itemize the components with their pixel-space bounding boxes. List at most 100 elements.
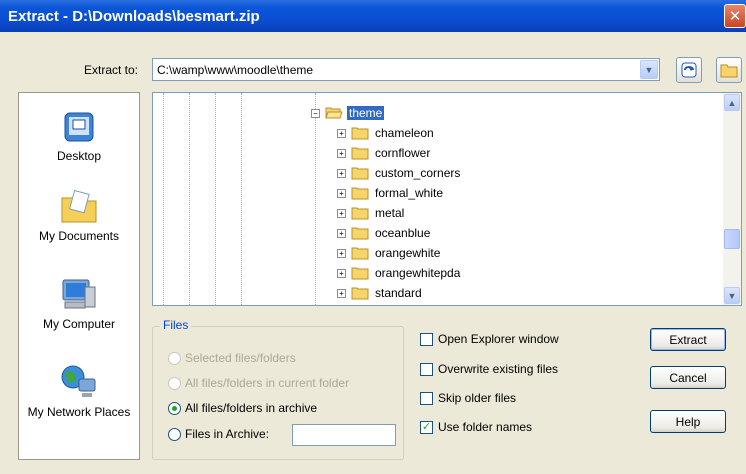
radio-label: All files/folders in current folder	[185, 376, 350, 390]
tree-node[interactable]: + cornflower	[337, 143, 432, 163]
place-my-documents[interactable]: My Documents	[19, 189, 139, 243]
place-my-computer[interactable]: My Computer	[19, 277, 139, 331]
place-network-places[interactable]: My Network Places	[19, 363, 139, 419]
checkbox-skip-older[interactable]: Skip older files	[420, 391, 516, 405]
expand-icon[interactable]: +	[337, 288, 346, 298]
close-icon: ✕	[728, 8, 742, 25]
tree-node[interactable]: + standard	[337, 283, 424, 303]
radio-label: Files in Archive:	[185, 427, 270, 441]
extract-to-combo[interactable]: C:\wamp\www\moodle\theme ▼	[152, 58, 660, 81]
expand-icon[interactable]: +	[337, 188, 346, 198]
extract-button[interactable]: Extract	[650, 328, 726, 351]
places-bar: Desktop My Documents My Computer My Netw…	[18, 92, 140, 460]
title-bar[interactable]: Extract - D:\Downloads\besmart.zip ✕	[0, 0, 746, 32]
checkbox-open-explorer[interactable]: Open Explorer window	[420, 332, 559, 346]
folder-tree[interactable]: − theme + chameleon + cornflower + custom_c…	[152, 92, 742, 306]
checkbox-icon[interactable]	[420, 332, 433, 346]
folder-icon	[351, 227, 369, 240]
tree-node-label: cornflower	[375, 146, 431, 160]
files-in-archive-input[interactable]	[292, 424, 396, 446]
place-label: My Computer	[42, 317, 116, 331]
radio-icon[interactable]	[168, 427, 181, 441]
tree-node-label: theme	[347, 106, 385, 120]
tree-node-theme[interactable]: − theme	[311, 103, 385, 123]
tree-guide	[241, 93, 242, 305]
folder-icon	[351, 267, 369, 280]
tree-node-label: metal	[375, 206, 405, 220]
tree-node[interactable]: + custom_corners	[337, 163, 462, 183]
folder-icon	[351, 207, 369, 220]
folder-icon	[720, 64, 738, 78]
place-desktop[interactable]: Desktop	[19, 109, 139, 163]
tree-node[interactable]: + formal_white	[337, 183, 445, 203]
tree-node[interactable]: + orangewhitepda	[337, 263, 462, 283]
radio-icon	[168, 376, 181, 390]
checkbox-overwrite[interactable]: Overwrite existing files	[420, 362, 558, 376]
expand-icon[interactable]: +	[337, 228, 346, 238]
place-label: My Network Places	[27, 405, 131, 419]
checkbox-label: Overwrite existing files	[438, 362, 559, 376]
place-label: Desktop	[56, 149, 102, 163]
radio-current-folder: All files/folders in current folder	[168, 376, 349, 390]
checkmark-icon[interactable]: ✓	[420, 420, 433, 434]
radio-all-in-archive[interactable]: All files/folders in archive	[168, 401, 317, 415]
help-button[interactable]: Help	[650, 410, 726, 433]
my-documents-icon	[61, 189, 97, 223]
tree-node-label: standard	[375, 286, 422, 300]
navigate-button[interactable]	[676, 57, 702, 83]
desktop-icon	[64, 112, 94, 142]
checkbox-icon[interactable]	[420, 362, 433, 376]
radio-files-in-archive[interactable]: Files in Archive:	[168, 427, 269, 441]
expand-icon[interactable]: +	[337, 128, 346, 138]
checkbox-icon[interactable]	[420, 391, 433, 405]
folder-icon	[351, 247, 369, 260]
tree-node-label: formal_white	[375, 186, 444, 200]
close-button[interactable]: ✕	[724, 4, 746, 28]
radio-icon[interactable]	[168, 401, 181, 415]
collapse-icon[interactable]: −	[311, 108, 320, 118]
folder-icon	[351, 167, 369, 180]
tree-scrollbar[interactable]: ▲ ▼	[723, 93, 741, 305]
tree-guide	[315, 93, 316, 305]
tree-node-label: chameleon	[375, 126, 434, 140]
files-group-legend: Files	[160, 318, 192, 332]
scroll-down-icon[interactable]: ▼	[724, 287, 740, 304]
radio-selected-files: Selected files/folders	[168, 351, 296, 365]
tree-node-label: orangewhitepda	[375, 266, 461, 280]
expand-icon[interactable]: +	[337, 168, 346, 178]
tree-node-label: orangewhite	[375, 246, 441, 260]
folder-icon	[351, 127, 369, 140]
tree-node[interactable]: + metal	[337, 203, 406, 223]
checkbox-use-folder-names[interactable]: ✓ Use folder names	[420, 420, 532, 434]
navigate-icon	[681, 62, 697, 78]
cancel-button[interactable]: Cancel	[650, 366, 726, 389]
new-folder-button[interactable]	[716, 57, 742, 83]
checkbox-label: Use folder names	[438, 420, 533, 434]
folder-icon	[351, 287, 369, 300]
tree-guide	[189, 93, 190, 305]
place-label: My Documents	[38, 229, 120, 243]
tree-node[interactable]: + orangewhite	[337, 243, 442, 263]
expand-icon[interactable]: +	[337, 248, 346, 258]
radio-label: All files/folders in archive	[185, 401, 318, 415]
chevron-down-icon[interactable]: ▼	[640, 60, 658, 79]
radio-label: Selected files/folders	[185, 351, 296, 365]
expand-icon[interactable]: +	[337, 208, 346, 218]
expand-icon[interactable]: +	[337, 148, 346, 158]
checkbox-label: Open Explorer window	[438, 332, 559, 346]
checkbox-label: Skip older files	[438, 391, 517, 405]
expand-icon[interactable]: +	[337, 268, 346, 278]
radio-icon	[168, 351, 181, 365]
extract-to-label: Extract to:	[84, 63, 139, 77]
folder-icon	[351, 187, 369, 200]
scroll-thumb[interactable]	[724, 229, 740, 249]
folder-icon	[351, 147, 369, 160]
tree-node[interactable]: + chameleon	[337, 123, 436, 143]
window-title: Extract - D:\Downloads\besmart.zip	[8, 7, 260, 25]
extract-to-value: C:\wamp\www\moodle\theme	[157, 62, 314, 77]
open-folder-icon	[325, 107, 343, 119]
tree-guide	[215, 93, 216, 305]
tree-node[interactable]: + oceanblue	[337, 223, 432, 243]
tree-guide	[163, 93, 164, 305]
scroll-up-icon[interactable]: ▲	[724, 94, 740, 111]
